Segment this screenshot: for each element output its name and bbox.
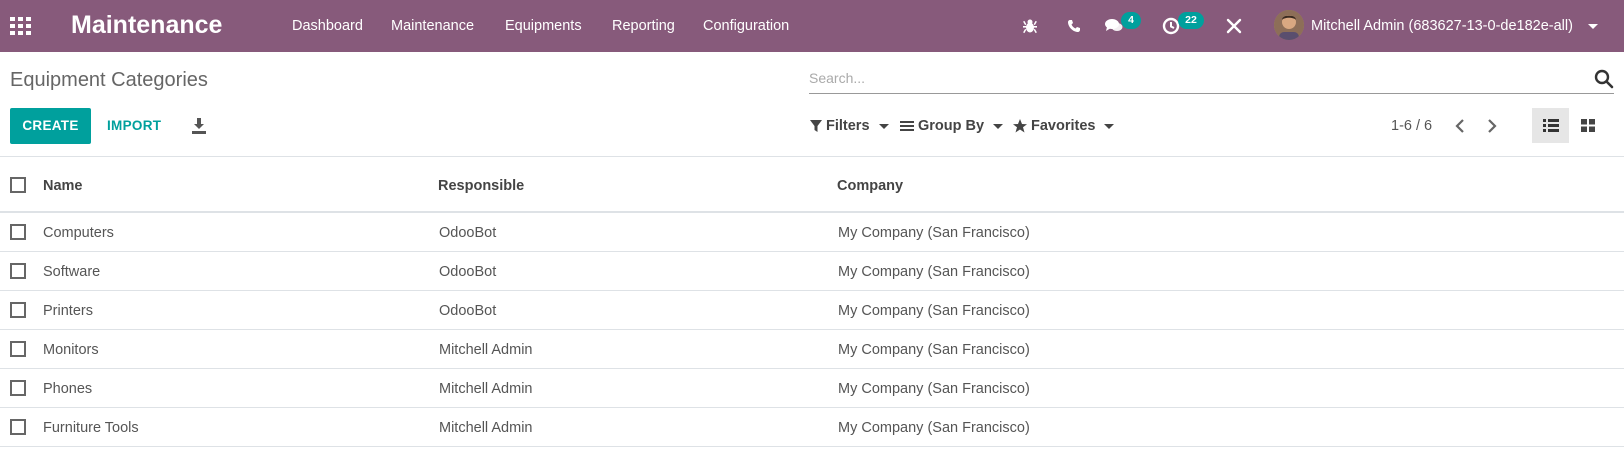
star-icon <box>1013 119 1027 133</box>
table-row[interactable]: Monitors Mitchell Admin My Company (San … <box>0 330 1624 369</box>
column-header-responsible[interactable]: Responsible <box>438 176 524 196</box>
kanban-view-icon <box>1580 119 1595 132</box>
search-input[interactable] <box>809 66 1569 90</box>
breadcrumb: Equipment Categories <box>10 69 208 91</box>
chevron-down-icon <box>878 123 889 129</box>
chevron-down-icon[interactable] <box>1588 24 1598 29</box>
groupby-dropdown[interactable]: Group By <box>900 116 1004 136</box>
column-header-company[interactable]: Company <box>837 176 903 196</box>
cell-responsible: Mitchell Admin <box>439 381 533 397</box>
pager-next-button[interactable] <box>1482 116 1502 136</box>
cell-company: My Company (San Francisco) <box>838 342 1030 358</box>
groupby-label: Group By <box>918 118 985 134</box>
cell-name: Software <box>43 264 101 280</box>
cell-responsible: Mitchell Admin <box>439 342 533 358</box>
apps-grid-icon[interactable] <box>10 15 32 37</box>
favorites-dropdown[interactable]: Favorites <box>1013 116 1115 136</box>
menu-maintenance[interactable]: Maintenance <box>391 16 474 36</box>
table-row[interactable]: Computers OdooBot My Company (San Franci… <box>0 213 1624 252</box>
favorites-label: Favorites <box>1031 118 1096 134</box>
cell-company: My Company (San Francisco) <box>838 264 1030 280</box>
list-bars-icon <box>900 121 914 131</box>
app-title[interactable]: Maintenance <box>71 9 222 41</box>
cell-name: Computers <box>43 225 114 241</box>
download-icon[interactable] <box>191 117 207 135</box>
bug-icon[interactable] <box>1018 14 1042 38</box>
row-checkbox[interactable] <box>10 341 26 357</box>
table-row[interactable]: Furniture Tools Mitchell Admin My Compan… <box>0 408 1624 447</box>
row-checkbox[interactable] <box>10 419 26 435</box>
cell-responsible: OdooBot <box>439 264 497 280</box>
filters-label: Filters <box>826 118 870 134</box>
table-row[interactable]: Phones Mitchell Admin My Company (San Fr… <box>0 369 1624 408</box>
messages-count-badge: 4 <box>1121 12 1141 29</box>
list-view-icon <box>1542 119 1559 132</box>
chevron-down-icon <box>1104 123 1115 129</box>
select-all-checkbox[interactable] <box>10 177 26 193</box>
menu-dashboard[interactable]: Dashboard <box>292 16 363 36</box>
search-bar <box>809 64 1614 94</box>
avatar[interactable] <box>1274 10 1304 40</box>
menu-equipments[interactable]: Equipments <box>505 16 582 36</box>
chevron-right-icon <box>1488 119 1497 133</box>
cell-name: Phones <box>43 381 93 397</box>
chevron-down-icon <box>993 123 1004 129</box>
cell-company: My Company (San Francisco) <box>838 303 1030 319</box>
table-row[interactable]: Printers OdooBot My Company (San Francis… <box>0 291 1624 330</box>
row-checkbox[interactable] <box>10 380 26 396</box>
import-button[interactable]: IMPORT <box>107 108 161 144</box>
filters-dropdown[interactable]: Filters <box>810 116 889 136</box>
cell-company: My Company (San Francisco) <box>838 420 1030 436</box>
row-checkbox[interactable] <box>10 302 26 318</box>
cell-company: My Company (San Francisco) <box>838 225 1030 241</box>
cell-company: My Company (San Francisco) <box>838 381 1030 397</box>
cell-responsible: OdooBot <box>439 225 497 241</box>
kanban-view-button[interactable] <box>1569 108 1606 143</box>
pager-value[interactable]: 1-6 / 6 <box>1391 116 1432 136</box>
row-checkbox[interactable] <box>10 263 26 279</box>
search-icon[interactable] <box>1594 69 1614 89</box>
table-header: Name Responsible Company <box>0 156 1624 213</box>
table-row[interactable]: Software OdooBot My Company (San Francis… <box>0 252 1624 291</box>
column-header-name[interactable]: Name <box>43 176 83 196</box>
filter-icon <box>810 119 822 132</box>
menu-reporting[interactable]: Reporting <box>612 16 675 36</box>
phone-icon[interactable] <box>1062 14 1086 38</box>
cell-responsible: Mitchell Admin <box>439 420 533 436</box>
create-button[interactable]: CREATE <box>10 108 91 144</box>
row-checkbox[interactable] <box>10 224 26 240</box>
cell-responsible: OdooBot <box>439 303 497 319</box>
top-navbar: Maintenance Dashboard Maintenance Equipm… <box>0 0 1624 52</box>
cell-name: Printers <box>43 303 93 319</box>
tools-icon[interactable] <box>1222 14 1246 38</box>
menu-configuration[interactable]: Configuration <box>703 16 789 36</box>
list-view-button[interactable] <box>1532 108 1569 143</box>
cell-name: Monitors <box>43 342 99 358</box>
activities-count-badge: 22 <box>1178 12 1204 29</box>
user-menu[interactable]: Mitchell Admin (683627-13-0-de182e-all) <box>1311 16 1573 36</box>
chevron-left-icon <box>1455 119 1464 133</box>
pager-previous-button[interactable] <box>1450 116 1470 136</box>
cell-name: Furniture Tools <box>43 420 139 436</box>
